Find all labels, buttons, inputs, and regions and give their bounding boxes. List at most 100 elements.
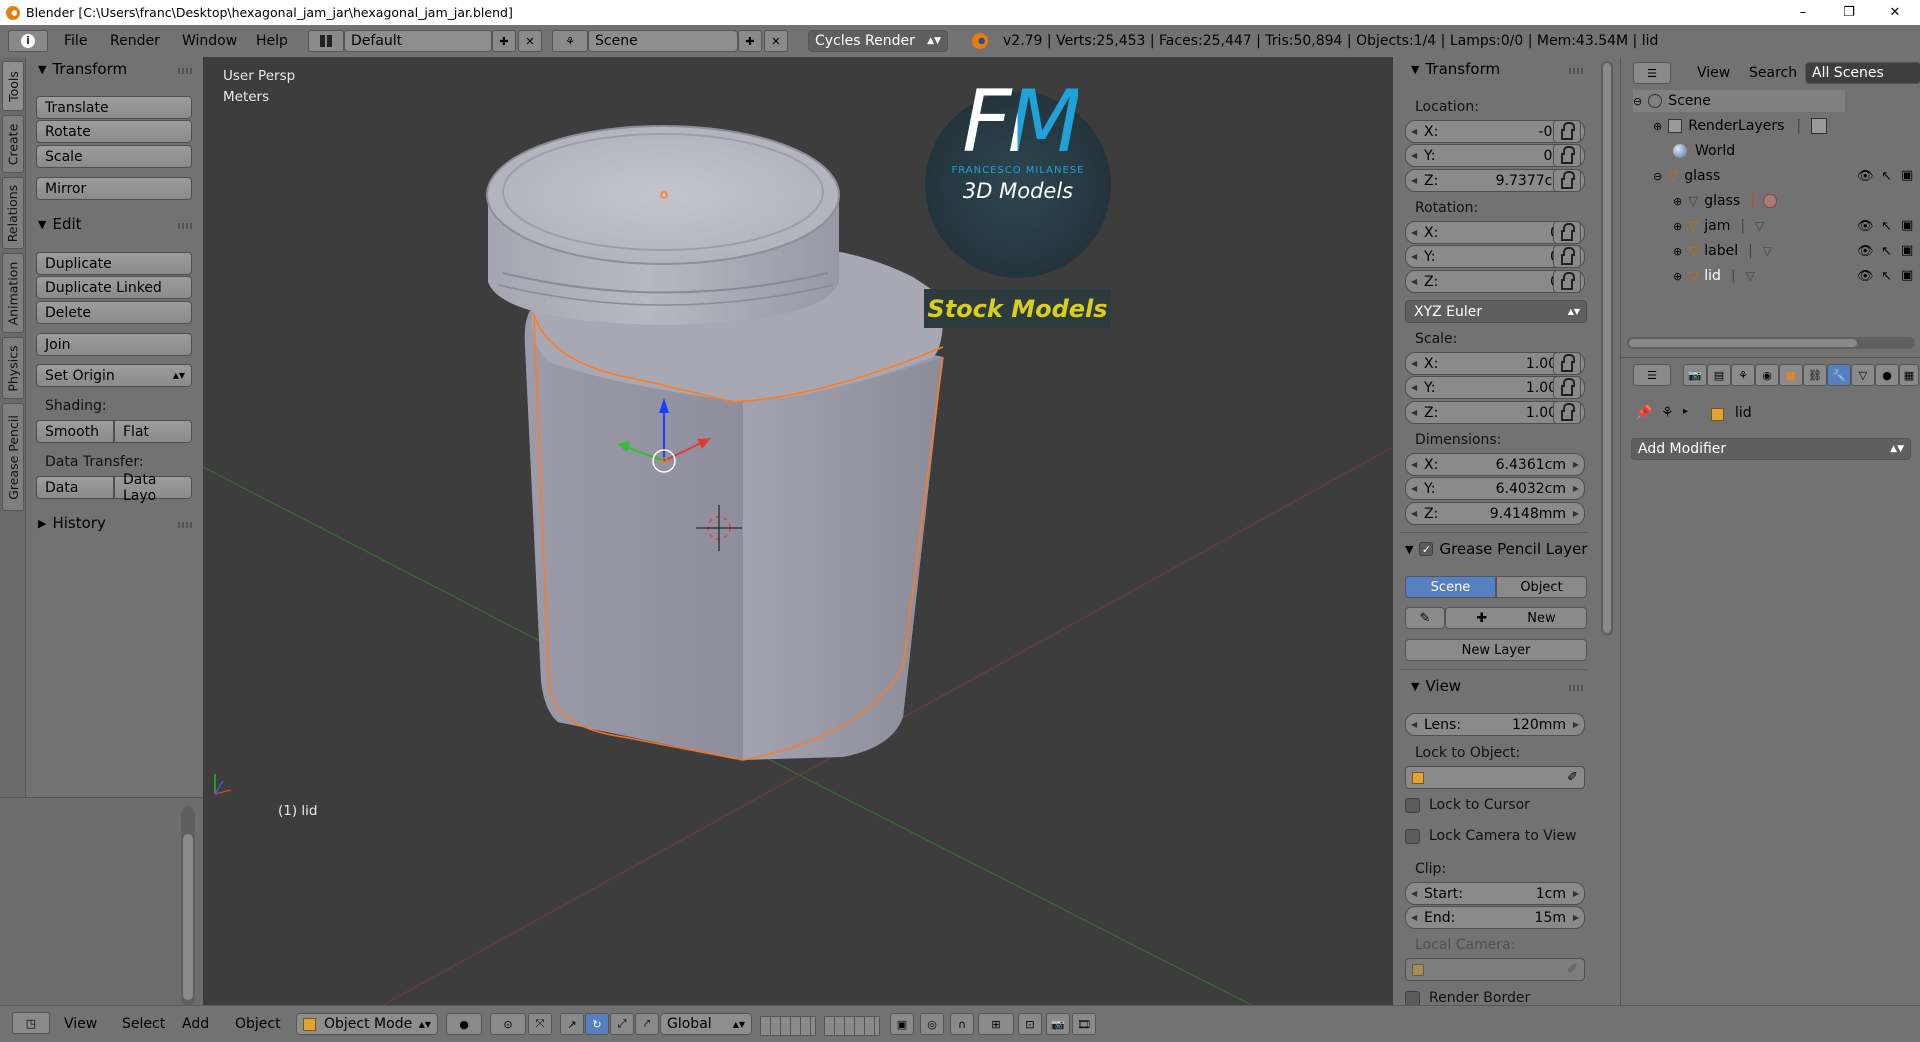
outliner-glass-empty-row[interactable]: ⊖ ▽ glass [1653, 165, 1720, 187]
gp-pencil-icon[interactable]: ✎ [1405, 607, 1445, 629]
menu-add[interactable]: Add [182, 1011, 209, 1037]
dimensions-z-field[interactable]: ◀ Z: 9.4148mm ▶ [1405, 502, 1585, 525]
outliner-editor-type-button[interactable]: ☰ [1633, 62, 1671, 84]
lock-location-x-icon[interactable] [1553, 120, 1581, 143]
add-layout-icon[interactable]: ✚ [492, 30, 516, 52]
lock-rotation-x-icon[interactable] [1553, 221, 1581, 244]
tab-animation[interactable]: Animation [2, 253, 24, 333]
scene-layers-grid-2[interactable] [824, 1016, 880, 1036]
data-tab-icon[interactable]: ▽ [1851, 364, 1875, 386]
panel-grip-icon[interactable] [178, 522, 194, 528]
local-camera-field[interactable]: ✐ [1405, 958, 1585, 981]
outliner-world-row[interactable]: World [1673, 140, 1735, 162]
data-transfer-button[interactable]: Data [36, 476, 114, 499]
scale-button[interactable]: Scale [36, 145, 192, 168]
join-button[interactable]: Join [36, 333, 192, 356]
lock-location-y-icon[interactable] [1553, 144, 1581, 167]
add-scene-icon[interactable]: ✚ [738, 30, 762, 52]
render-camera-icon[interactable]: ▣ [1901, 243, 1913, 258]
menu-window[interactable]: Window [182, 25, 237, 57]
scale-manipulator-icon[interactable]: ⤢ [610, 1013, 634, 1035]
layer-lock-icon[interactable]: ▣ [890, 1013, 914, 1035]
close-button[interactable]: ✕ [1872, 0, 1918, 25]
panel-grip-icon[interactable] [178, 68, 194, 74]
object-tab-icon[interactable]: ■ [1779, 364, 1803, 386]
editor-type-info-button[interactable]: i [8, 30, 48, 52]
gp-layer-checkbox[interactable]: ✓ [1419, 542, 1434, 556]
scene-layers-grid-1[interactable] [760, 1016, 816, 1036]
lock-to-cursor-checkbox[interactable] [1405, 798, 1420, 813]
menu-help[interactable]: Help [256, 25, 288, 57]
layout-name-field[interactable]: Default [344, 30, 492, 52]
scene-name-field[interactable]: Scene [588, 30, 738, 52]
outliner-lid-row[interactable]: ⊕ ▽ lid | ▽ [1673, 265, 1755, 287]
selectability-cursor-icon[interactable]: ↖ [1881, 169, 1892, 184]
view-panel-header[interactable]: ▼ View [1411, 677, 1461, 695]
manipulator-toggle-icon[interactable]: ⤧ [528, 1013, 552, 1035]
texture-tab-icon[interactable]: ▦ [1899, 364, 1919, 386]
snap-element-select[interactable]: ⊞ [978, 1013, 1014, 1035]
dimensions-y-field[interactable]: ◀ Y: 6.4032cm ▶ [1405, 477, 1585, 500]
orientation-select[interactable]: Global ▲▼ [660, 1013, 752, 1035]
constraints-tab-icon[interactable]: ⛓ [1803, 364, 1827, 386]
panel-grip-icon[interactable] [1569, 685, 1585, 691]
tab-grease-pencil[interactable]: Grease Pencil [2, 403, 24, 511]
outliner-hscrollbar[interactable] [1627, 337, 1915, 349]
set-origin-select[interactable]: Set Origin ▲▼ [36, 364, 192, 387]
3d-viewport[interactable]: User Persp Meters (1) lid FM FRANCESCO M… [203, 57, 1393, 1005]
remove-layout-icon[interactable]: ✕ [518, 30, 542, 52]
outliner-scope-select[interactable]: All Scenes [1805, 62, 1920, 84]
mode-select[interactable]: Object Mode ▲▼ [296, 1013, 438, 1035]
outliner-glass-row[interactable]: ⊕ ▽ glass | [1673, 190, 1777, 212]
tab-create[interactable]: Create [2, 115, 24, 173]
history-panel-header[interactable]: ▶ History [38, 514, 106, 532]
menu-object[interactable]: Object [235, 1011, 281, 1037]
transform-panel-header[interactable]: ▼ Transform [38, 60, 127, 78]
lock-scale-y-icon[interactable] [1553, 376, 1581, 399]
panel-grip-icon[interactable] [178, 223, 194, 229]
render-camera-icon[interactable]: ▣ [1901, 218, 1913, 233]
rotate-manipulator-icon[interactable]: ↻ [585, 1013, 609, 1035]
tab-tools[interactable]: Tools [2, 61, 24, 111]
gp-scene-button[interactable]: Scene [1405, 576, 1496, 598]
tool-shelf-scrollbar[interactable] [181, 806, 195, 1006]
minimize-button[interactable]: – [1780, 0, 1826, 25]
outliner-renderlayers-row[interactable]: ⊕ RenderLayers | [1653, 115, 1828, 137]
clip-start-field[interactable]: ◀ Start: 1cm ▶ [1405, 882, 1585, 905]
menu-file[interactable]: File [64, 25, 87, 57]
outliner-jam-row[interactable]: ⊕ ▽ jam | ▽ [1673, 215, 1764, 237]
outliner-label-row[interactable]: ⊕ ▽ label | ▽ [1673, 240, 1772, 262]
world-tab-icon[interactable]: ◉ [1755, 364, 1779, 386]
menu-view[interactable]: View [64, 1011, 97, 1037]
translate-button[interactable]: Translate [36, 96, 192, 119]
transform-n-header[interactable]: ▼ Transform [1411, 60, 1500, 78]
tab-relations[interactable]: Relations [2, 177, 24, 249]
lock-scale-z-icon[interactable] [1553, 401, 1581, 424]
selectability-cursor-icon[interactable]: ↖ [1881, 244, 1892, 259]
eyedropper-icon[interactable]: ✐ [1567, 770, 1578, 785]
selectability-cursor-icon[interactable]: ↖ [1881, 269, 1892, 284]
modifiers-tab-icon[interactable]: 🔧 [1827, 364, 1851, 386]
render-engine-select[interactable]: Cycles Render ▲▼ [808, 30, 948, 52]
pivot-point-select[interactable]: ⊙ [490, 1013, 526, 1035]
visibility-eye-icon[interactable]: 👁 [1857, 169, 1874, 184]
gp-object-button[interactable]: Object [1496, 576, 1587, 598]
lock-camera-checkbox[interactable] [1405, 829, 1420, 844]
scene-tab-icon[interactable]: ⚘ [1731, 364, 1755, 386]
data-layout-button[interactable]: Data Layo [114, 472, 192, 504]
render-tab-icon[interactable]: 📷 [1683, 364, 1707, 386]
eyedropper-icon[interactable]: ✐ [1567, 962, 1578, 977]
rotate-button[interactable]: Rotate [36, 120, 192, 143]
menu-render[interactable]: Render [110, 25, 160, 57]
3d-view-editor-type-button[interactable]: ◳ [12, 1012, 50, 1034]
snap-target-icon[interactable]: ⊡ [1018, 1013, 1042, 1035]
layout-browse-button[interactable] [308, 30, 344, 52]
render-preview-icon[interactable]: 📷 [1046, 1013, 1070, 1035]
material-tab-icon[interactable]: ● [1875, 364, 1899, 386]
proportional-editing-icon[interactable]: ◎ [920, 1013, 944, 1035]
maximize-button[interactable]: ❐ [1826, 0, 1872, 25]
scene-browse-button[interactable]: ⚘ [552, 30, 588, 52]
pin-icon[interactable]: 📌 [1635, 405, 1652, 421]
lock-location-z-icon[interactable] [1553, 169, 1581, 192]
outliner-search-menu[interactable]: Search [1749, 65, 1797, 81]
